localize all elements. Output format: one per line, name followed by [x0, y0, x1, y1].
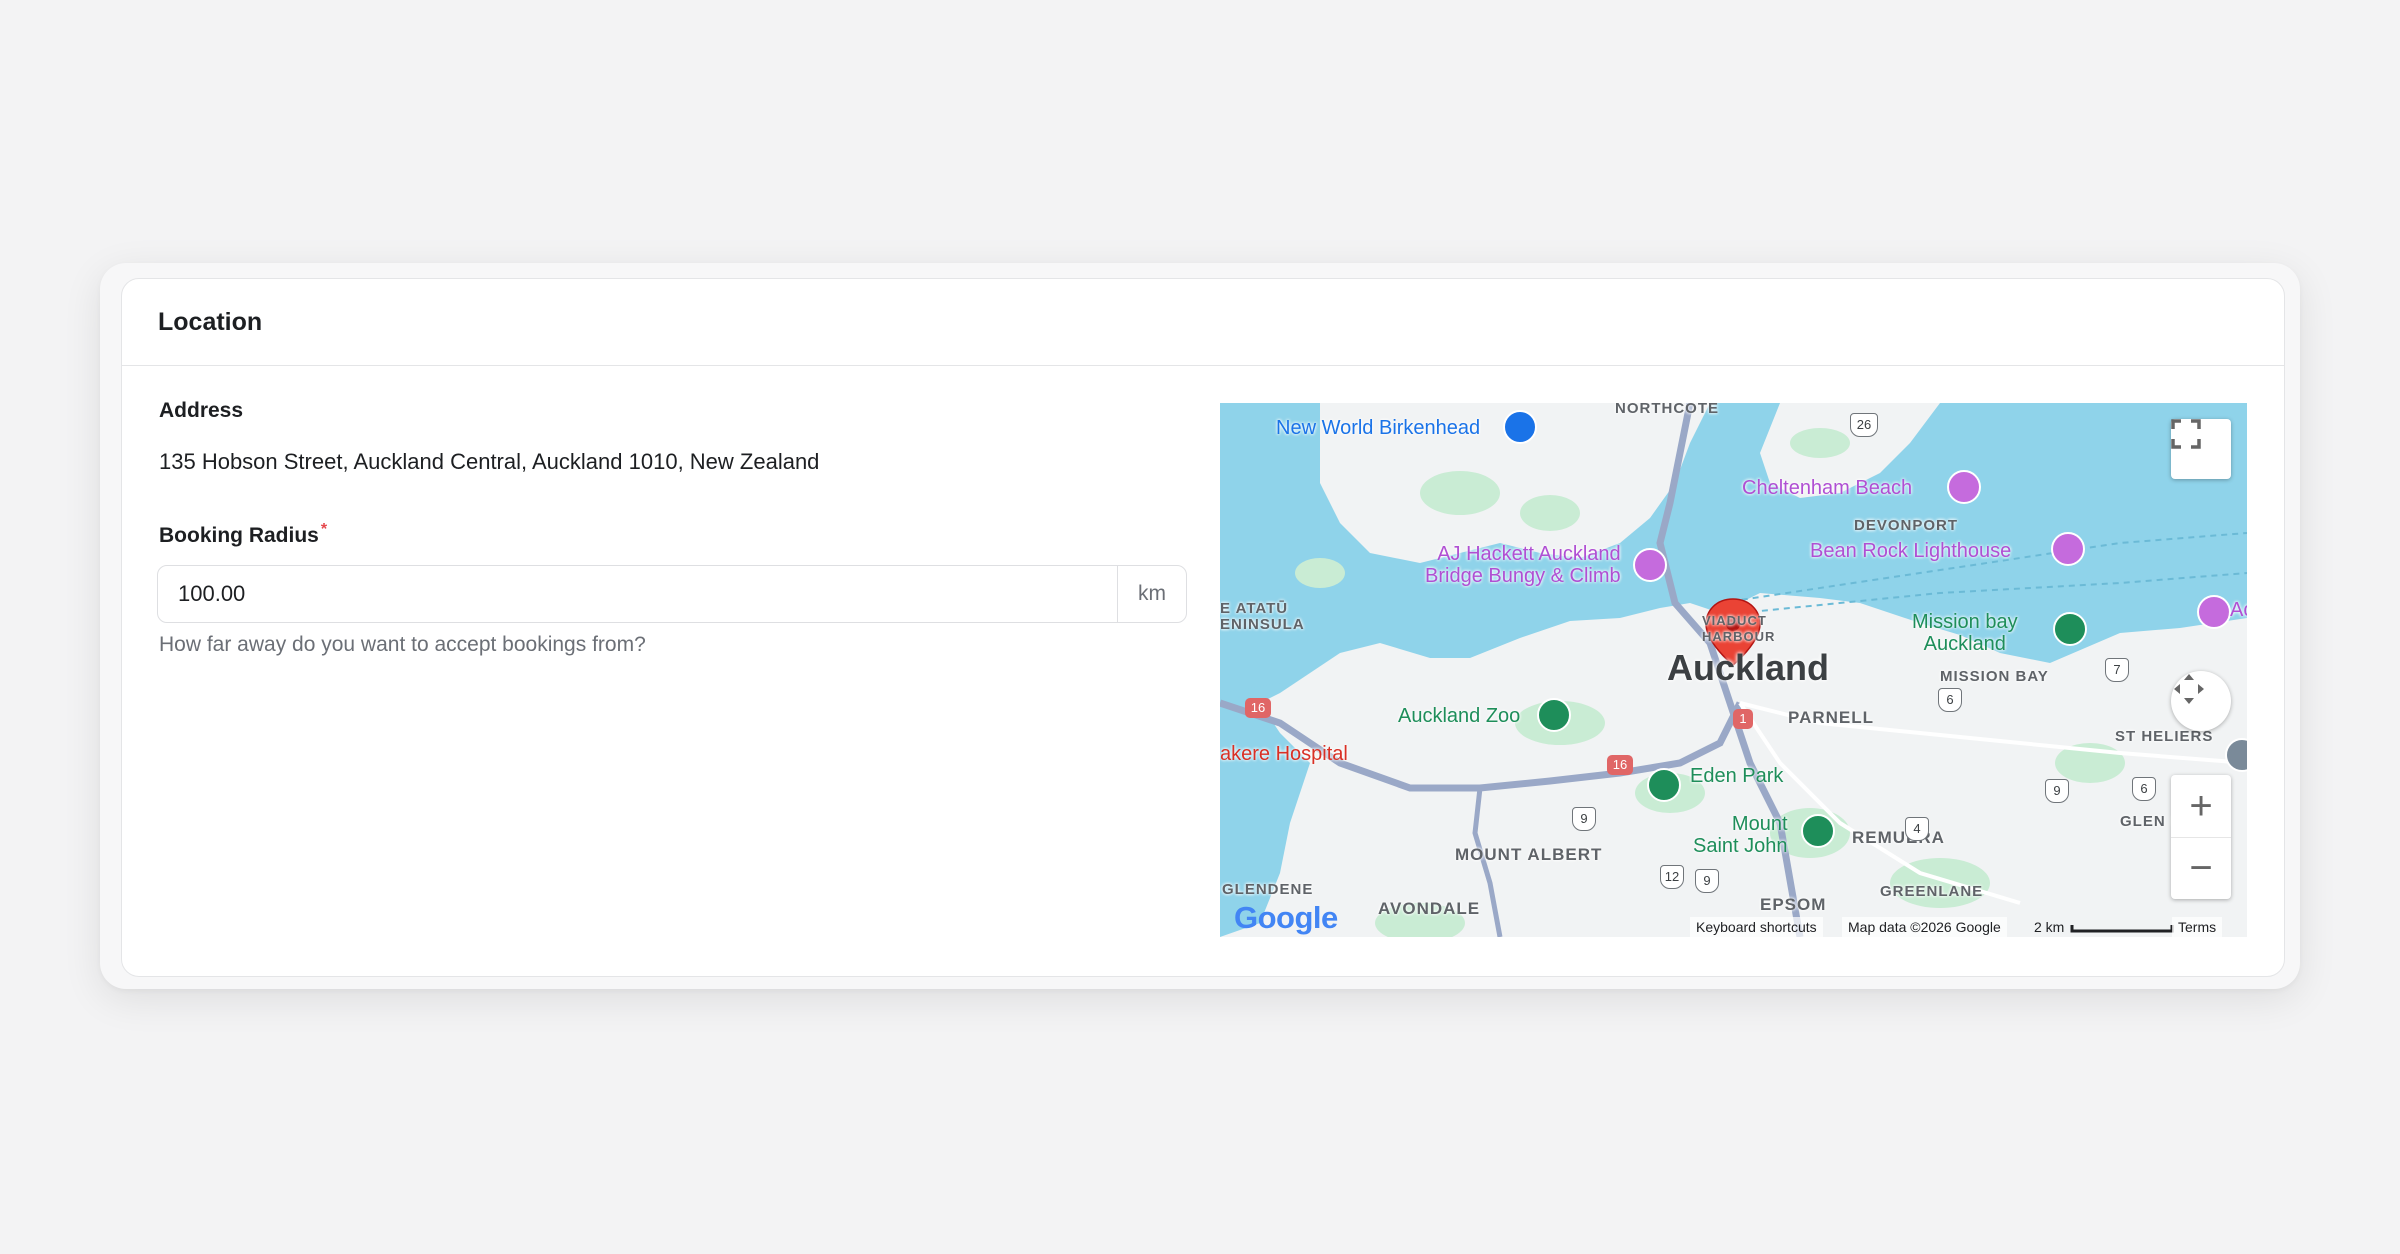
booking-radius-label: Booking Radius *	[159, 521, 327, 548]
suburb-te-atatu: E ATATŪ ENINSULA	[1220, 601, 1305, 633]
lighthouse-icon[interactable]	[2051, 532, 2085, 566]
location-card: Location Address 135 Hobson Street, Auck…	[121, 278, 2285, 977]
google-logo[interactable]: Google	[1234, 900, 1338, 936]
keyboard-shortcuts-link[interactable]: Keyboard shortcuts	[1690, 917, 1823, 937]
suburb-avondale: AVONDALE	[1378, 899, 1481, 918]
address-value: 135 Hobson Street, Auckland Central, Auc…	[159, 449, 820, 474]
zoom-controls: + −	[2171, 775, 2231, 899]
poi-auckland-zoo[interactable]: Auckland Zoo	[1398, 705, 1520, 727]
park-10	[1295, 558, 1345, 588]
road-shield-7: 7	[2105, 658, 2129, 682]
poi-aj-hackett-line2: Bridge Bungy & Climb	[1425, 565, 1621, 587]
park-3	[1790, 428, 1850, 458]
required-marker: *	[320, 521, 328, 538]
poi-eden-park[interactable]: Eden Park	[1690, 765, 1783, 787]
park-1	[1420, 471, 1500, 515]
poi-mount-saint-john-line1: Mount	[1731, 813, 1788, 835]
park-icon[interactable]	[2053, 612, 2087, 646]
zoom-in-button[interactable]: +	[2171, 776, 2231, 838]
booking-radius-input-group: km	[157, 565, 1187, 623]
poi-mount-saint-john[interactable]: Mount Saint John	[1693, 813, 1788, 857]
paw-icon[interactable]	[1537, 698, 1571, 732]
suburb-te-atatu-line2: ENINSULA	[1220, 616, 1305, 633]
suburb-glendene: GLENDENE	[1222, 881, 1314, 898]
pan-control[interactable]	[2171, 671, 2231, 731]
camera-icon[interactable]	[1947, 470, 1981, 504]
shopping-cart-icon[interactable]	[1503, 410, 1537, 444]
road-shield-9b: 9	[2045, 779, 2069, 803]
poi-mission-bay-line2: Auckland	[1923, 633, 2006, 655]
camera-icon[interactable]	[2197, 595, 2231, 629]
section-title: Location	[122, 279, 2284, 366]
road-shield-26: 26	[1850, 413, 1878, 437]
poi-aj-hackett-line1: AJ Hackett Auckland	[1437, 543, 1621, 565]
road-shield-16b: 16	[1607, 755, 1633, 775]
poi-mount-saint-john-line2: Saint John	[1693, 835, 1788, 857]
fullscreen-icon	[2171, 419, 2201, 449]
poi-mission-bay-line1: Mission bay	[1912, 611, 2018, 633]
zoom-out-button[interactable]: −	[2171, 838, 2231, 899]
scale-label[interactable]: 2 km	[2028, 917, 2070, 937]
suburb-remuera: REMUERA	[1852, 828, 1945, 847]
park-2	[1520, 495, 1580, 531]
mountain-icon[interactable]	[1801, 814, 1835, 848]
road-shield-6a: 6	[1938, 688, 1962, 712]
road-shield-9a: 9	[1572, 807, 1596, 831]
fullscreen-button[interactable]	[2171, 419, 2231, 479]
suburb-epsom: EPSOM	[1760, 895, 1827, 914]
poi-aj-hackett[interactable]: AJ Hackett Auckland Bridge Bungy & Climb	[1425, 543, 1621, 587]
map-data-attribution: Map data ©2026 Google	[1842, 917, 2007, 937]
road-shield-12: 12	[1660, 865, 1684, 889]
suburb-mission-bay: MISSION BAY	[1940, 668, 2049, 685]
address-label: Address	[159, 399, 244, 422]
road-shield-1: 1	[1733, 709, 1753, 729]
suburb-viaduct-line1: VIADUCT	[1702, 613, 1767, 628]
map[interactable]: New World Birkenhead Cheltenham Beach AJ…	[1220, 403, 2247, 937]
suburb-te-atatu-line1: E ATATŪ	[1220, 600, 1289, 617]
unit-addon: km	[1117, 566, 1186, 622]
suburb-mount-albert: MOUNT ALBERT	[1455, 845, 1603, 864]
booking-radius-hint: How far away do you want to accept booki…	[159, 633, 646, 656]
stadium-icon[interactable]	[1647, 768, 1681, 802]
road-shield-4: 4	[1905, 817, 1929, 841]
booking-radius-label-text: Booking Radius	[159, 524, 319, 547]
poi-hospital[interactable]: akere Hospital	[1220, 743, 1348, 766]
road-shield-6b: 6	[2132, 777, 2156, 801]
suburb-northcote: NORTHCOTE	[1615, 403, 1719, 417]
road-shield-9c: 9	[1695, 869, 1719, 893]
road-shield-16a: 16	[1245, 698, 1271, 718]
suburb-parnell: PARNELL	[1788, 708, 1875, 727]
booking-radius-input[interactable]	[158, 566, 1117, 622]
suburb-viaduct-line2: HARBOUR	[1702, 629, 1776, 644]
poi-new-world[interactable]: New World Birkenhead	[1276, 417, 1480, 440]
city-label: Auckland	[1667, 647, 1830, 688]
suburb-devonport: DEVONPORT	[1854, 517, 1959, 534]
suburb-viaduct: VIADUCT HARBOUR	[1702, 613, 1775, 645]
suburb-greenlane: GREENLANE	[1880, 883, 1984, 900]
poi-mission-bay[interactable]: Mission bay Auckland	[1912, 611, 2018, 655]
pan-arrows-icon	[2174, 674, 2204, 704]
poi-right-edge[interactable]: Acl	[2230, 599, 2247, 621]
poi-cheltenham[interactable]: Cheltenham Beach	[1742, 477, 1912, 499]
poi-bean-rock[interactable]: Bean Rock Lighthouse	[1810, 540, 2011, 562]
terms-link[interactable]: Terms	[2172, 917, 2223, 937]
camera-icon[interactable]	[1633, 548, 1667, 582]
